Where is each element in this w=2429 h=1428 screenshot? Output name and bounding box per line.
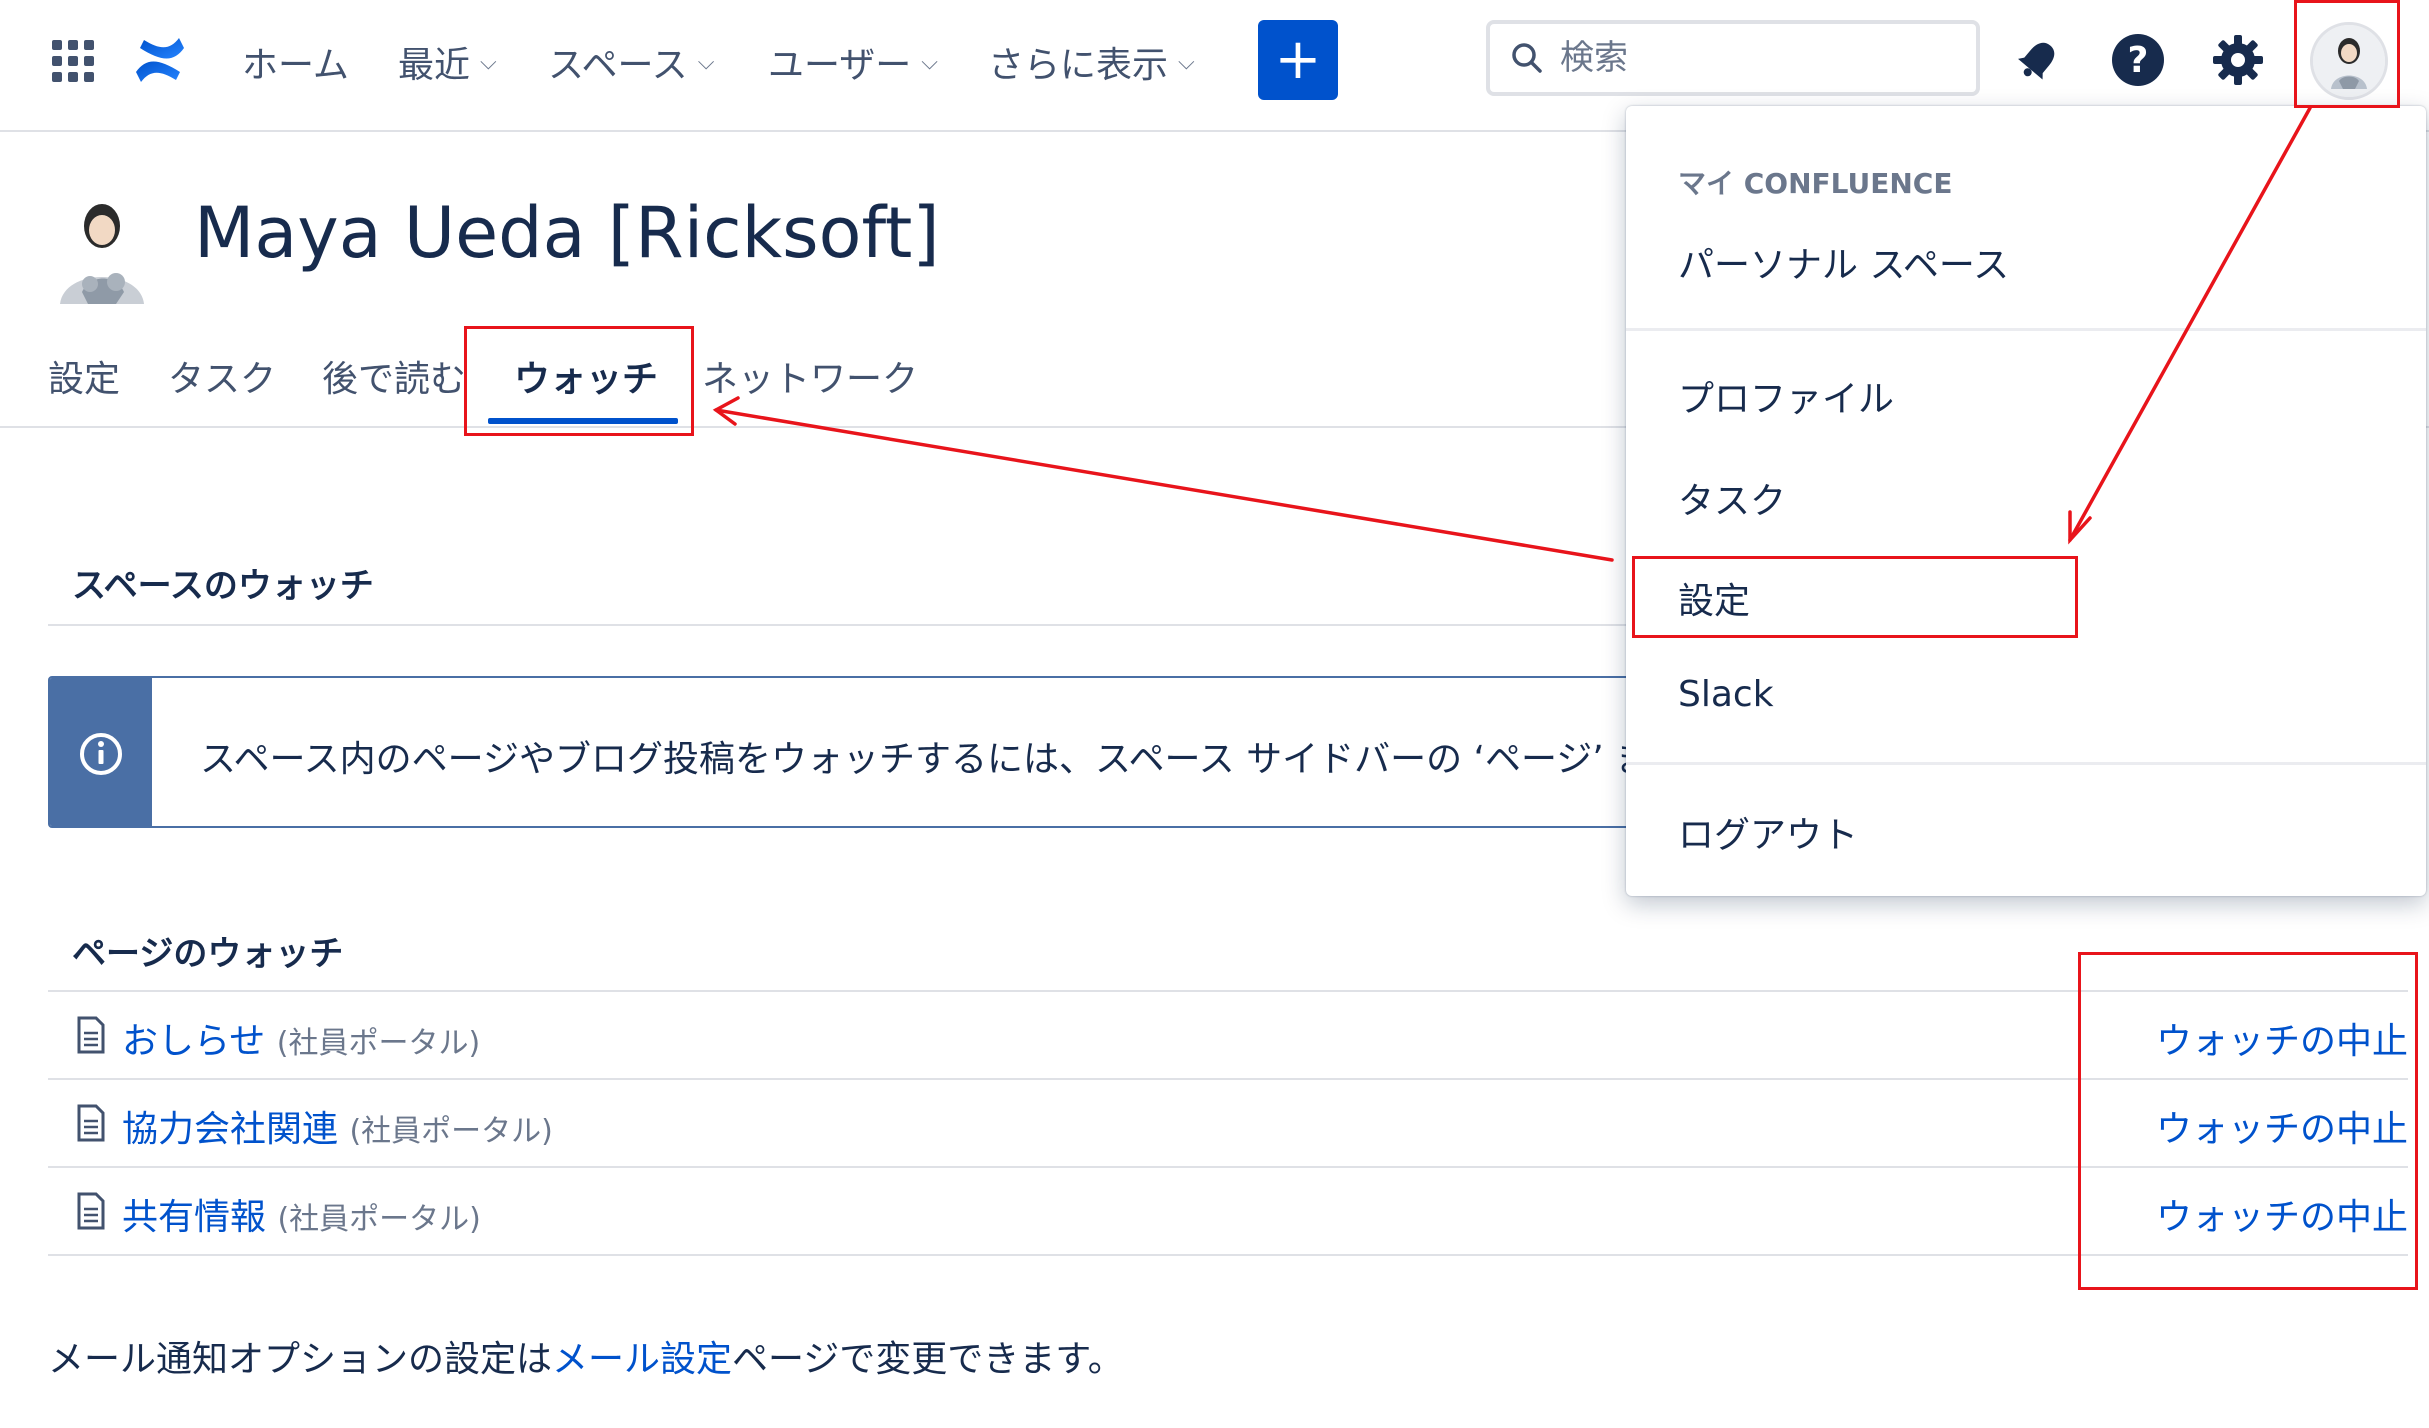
tab-network[interactable]: ネットワーク xyxy=(702,350,918,402)
email-settings-link[interactable]: メール設定 xyxy=(552,1339,732,1380)
chevron-down-icon: ⌵ xyxy=(921,49,938,75)
watched-page-link[interactable]: 協力会社関連 (社員ポータル) xyxy=(122,1100,553,1152)
dropdown-heading: マイ CONFLUENCE xyxy=(1678,167,1953,200)
menu-separator xyxy=(1626,328,2426,331)
page-icon xyxy=(77,1016,105,1054)
row-divider xyxy=(48,1166,2408,1168)
chevron-down-icon: ⌵ xyxy=(480,49,497,75)
search-box[interactable] xyxy=(1486,20,1980,96)
watched-page-link[interactable]: 共有情報 (社員ポータル) xyxy=(122,1188,481,1240)
tab-tasks[interactable]: タスク xyxy=(168,350,276,402)
menu-item-logout[interactable]: ログアウト xyxy=(1678,806,1858,858)
nav-recent[interactable]: 最近 ⌵ xyxy=(398,36,497,88)
chevron-down-icon: ⌵ xyxy=(1178,49,1195,75)
tab-settings[interactable]: 設定 xyxy=(48,350,120,402)
space-name: (社員ポータル) xyxy=(277,1202,481,1237)
profile-avatar xyxy=(46,192,158,304)
footer-note: メール通知オプションの設定はメール設定ページで変更できます。 xyxy=(48,1330,1124,1382)
pages-watch-heading: ページのウォッチ xyxy=(72,934,344,974)
nav-more[interactable]: さらに表示 ⌵ xyxy=(988,36,1195,88)
search-input[interactable] xyxy=(1558,37,1942,79)
nav-users[interactable]: ユーザー ⌵ xyxy=(768,36,938,88)
spaces-watch-heading: スペースのウォッチ xyxy=(72,566,374,606)
page-title-link[interactable]: 協力会社関連 xyxy=(122,1109,338,1150)
nav-home-label: ホーム xyxy=(242,45,349,86)
table-row: 共有情報 (社員ポータル) ウォッチの中止 xyxy=(48,1170,2408,1256)
nav-users-label: ユーザー xyxy=(768,45,912,86)
menu-item-settings[interactable]: 設定 xyxy=(1678,572,1750,624)
help-icon[interactable]: ? xyxy=(2106,28,2170,92)
unwatch-link[interactable]: ウォッチの中止 xyxy=(2156,1100,2408,1152)
unwatch-link[interactable]: ウォッチの中止 xyxy=(2156,1012,2408,1064)
page-title-link[interactable]: 共有情報 xyxy=(122,1197,266,1238)
unwatch-link[interactable]: ウォッチの中止 xyxy=(2156,1188,2408,1240)
page-title: Maya Ueda [Ricksoft] xyxy=(194,192,940,274)
avatar[interactable] xyxy=(2310,22,2388,100)
nav-spaces[interactable]: スペース ⌵ xyxy=(548,36,714,88)
profile-dropdown-menu: マイ CONFLUENCE パーソナル スペース プロファイル タスク 設定 S… xyxy=(1626,106,2426,896)
section-divider xyxy=(48,624,1648,626)
tab-read-later[interactable]: 後で読む xyxy=(322,350,466,402)
chevron-down-icon: ⌵ xyxy=(697,49,715,75)
settings-icon[interactable] xyxy=(2206,28,2270,92)
info-message: スペース内のページやブログ投稿をウォッチするには、スペース サイドバーの ‘ペー… xyxy=(48,676,1648,828)
app-switcher-icon[interactable] xyxy=(52,40,94,82)
watched-page-link[interactable]: おしらせ (社員ポータル) xyxy=(122,1012,480,1064)
svg-text:?: ? xyxy=(2128,40,2149,81)
space-name: (社員ポータル) xyxy=(276,1026,481,1061)
page-title-link[interactable]: おしらせ xyxy=(122,1021,265,1062)
plus-icon: + xyxy=(1274,27,1322,92)
footer-suffix: ページで変更できます。 xyxy=(732,1339,1124,1380)
menu-separator xyxy=(1626,762,2426,765)
page-icon xyxy=(77,1192,105,1230)
space-name: (社員ポータル) xyxy=(349,1114,553,1149)
info-icon xyxy=(80,733,122,775)
active-tab-indicator xyxy=(488,418,678,424)
confluence-logo-icon[interactable] xyxy=(132,32,188,88)
nav-spaces-label: スペース xyxy=(548,45,688,86)
tab-watch[interactable]: ウォッチ xyxy=(514,350,658,402)
table-row: 協力会社関連 (社員ポータル) ウォッチの中止 xyxy=(48,1082,2408,1168)
row-divider xyxy=(48,1078,2408,1080)
row-divider xyxy=(48,1254,2408,1256)
menu-item-personal-space[interactable]: パーソナル スペース xyxy=(1678,236,2009,288)
footer-prefix: メール通知オプションの設定は xyxy=(48,1339,553,1380)
menu-item-slack[interactable]: Slack xyxy=(1678,674,1774,715)
nav-home[interactable]: ホーム xyxy=(242,36,349,88)
search-icon xyxy=(1512,43,1542,73)
create-button[interactable]: + xyxy=(1258,20,1338,100)
info-panel-side xyxy=(50,678,152,826)
nav-recent-label: 最近 xyxy=(398,45,471,86)
section-divider xyxy=(48,990,2408,992)
info-text: スペース内のページやブログ投稿をウォッチするには、スペース サイドバーの ‘ペー… xyxy=(200,739,1648,780)
page-icon xyxy=(77,1104,105,1142)
nav-more-label: さらに表示 xyxy=(988,45,1169,86)
menu-item-profile[interactable]: プロファイル xyxy=(1678,370,1894,422)
menu-item-tasks[interactable]: タスク xyxy=(1678,472,1786,524)
table-row: おしらせ (社員ポータル) ウォッチの中止 xyxy=(48,994,2408,1080)
notification-icon[interactable] xyxy=(2006,28,2070,92)
